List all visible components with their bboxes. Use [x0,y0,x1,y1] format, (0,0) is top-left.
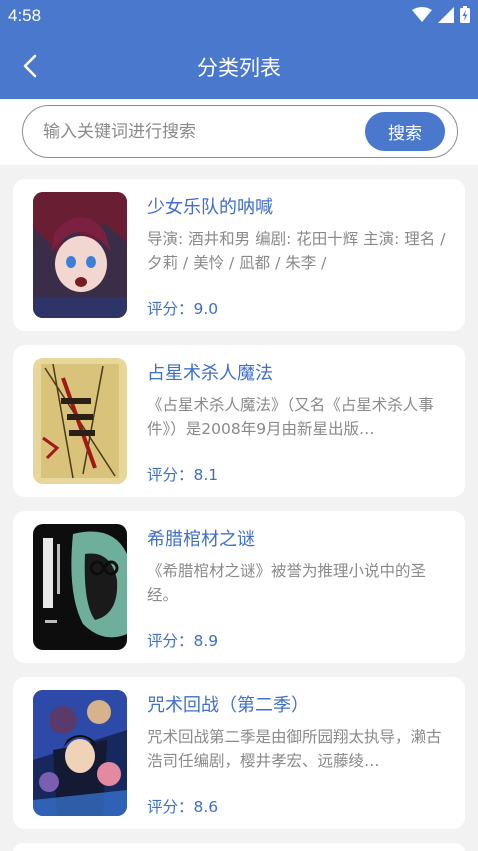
item-description: 咒术回战第二季是由御所园翔太执导，濑古浩司任编剧，樱井孝宏、远藤绫… [147,728,442,770]
item-score: 评分：8.1 [147,466,219,484]
list-item[interactable] [13,843,465,851]
search-input[interactable] [43,119,363,145]
wifi-icon [412,6,432,22]
item-description: 导演: 酒井和男 编剧: 花田十辉 主演: 理名 / 夕莉 / 美怜 / 凪都 … [147,230,446,272]
poster-image [33,524,127,650]
page-title: 分类列表 [197,56,281,80]
item-title: 少女乐队的呐喊 [147,197,273,218]
signal-icon [438,6,454,23]
item-score: 评分：8.6 [147,798,219,816]
item-score: 评分：9.0 [147,300,219,318]
item-description: 《占星术杀人魔法》（又名《占星术杀人事件》）是2008年9月由新星出版… [147,396,434,438]
status-time: 4:58 [8,6,42,25]
search-bar: 搜索 [0,99,478,165]
item-title: 占星术杀人魔法 [147,363,273,384]
list-item[interactable]: 咒术回战（第二季） 咒术回战第二季是由御所园翔太执导，濑古浩司任编剧，樱井孝宏、… [13,677,465,829]
battery-icon [460,6,470,23]
list-item[interactable]: 少女乐队的呐喊 导演: 酒井和男 编剧: 花田十辉 主演: 理名 / 夕莉 / … [13,179,465,331]
item-title: 希腊棺材之谜 [147,529,255,550]
list-item[interactable]: 希腊棺材之谜 《希腊棺材之谜》被誉为推理小说中的圣经。 评分：8.9 [13,511,465,663]
poster-image [33,192,127,318]
item-score: 评分：8.9 [147,632,219,650]
item-list: 少女乐队的呐喊 导演: 酒井和男 编剧: 花田十辉 主演: 理名 / 夕莉 / … [13,179,465,851]
search-box: 搜索 [22,105,458,158]
status-icons [412,6,470,23]
item-title: 咒术回战（第二季） [147,695,309,716]
poster-image [33,358,127,484]
search-button[interactable]: 搜索 [365,112,445,151]
poster-image [33,690,127,816]
item-description: 《希腊棺材之谜》被誉为推理小说中的圣经。 [147,562,427,604]
app-bar: 4:58 分类列表 [0,0,478,99]
list-item[interactable]: 占星术杀人魔法 《占星术杀人魔法》（又名《占星术杀人事件》）是2008年9月由新… [13,345,465,497]
